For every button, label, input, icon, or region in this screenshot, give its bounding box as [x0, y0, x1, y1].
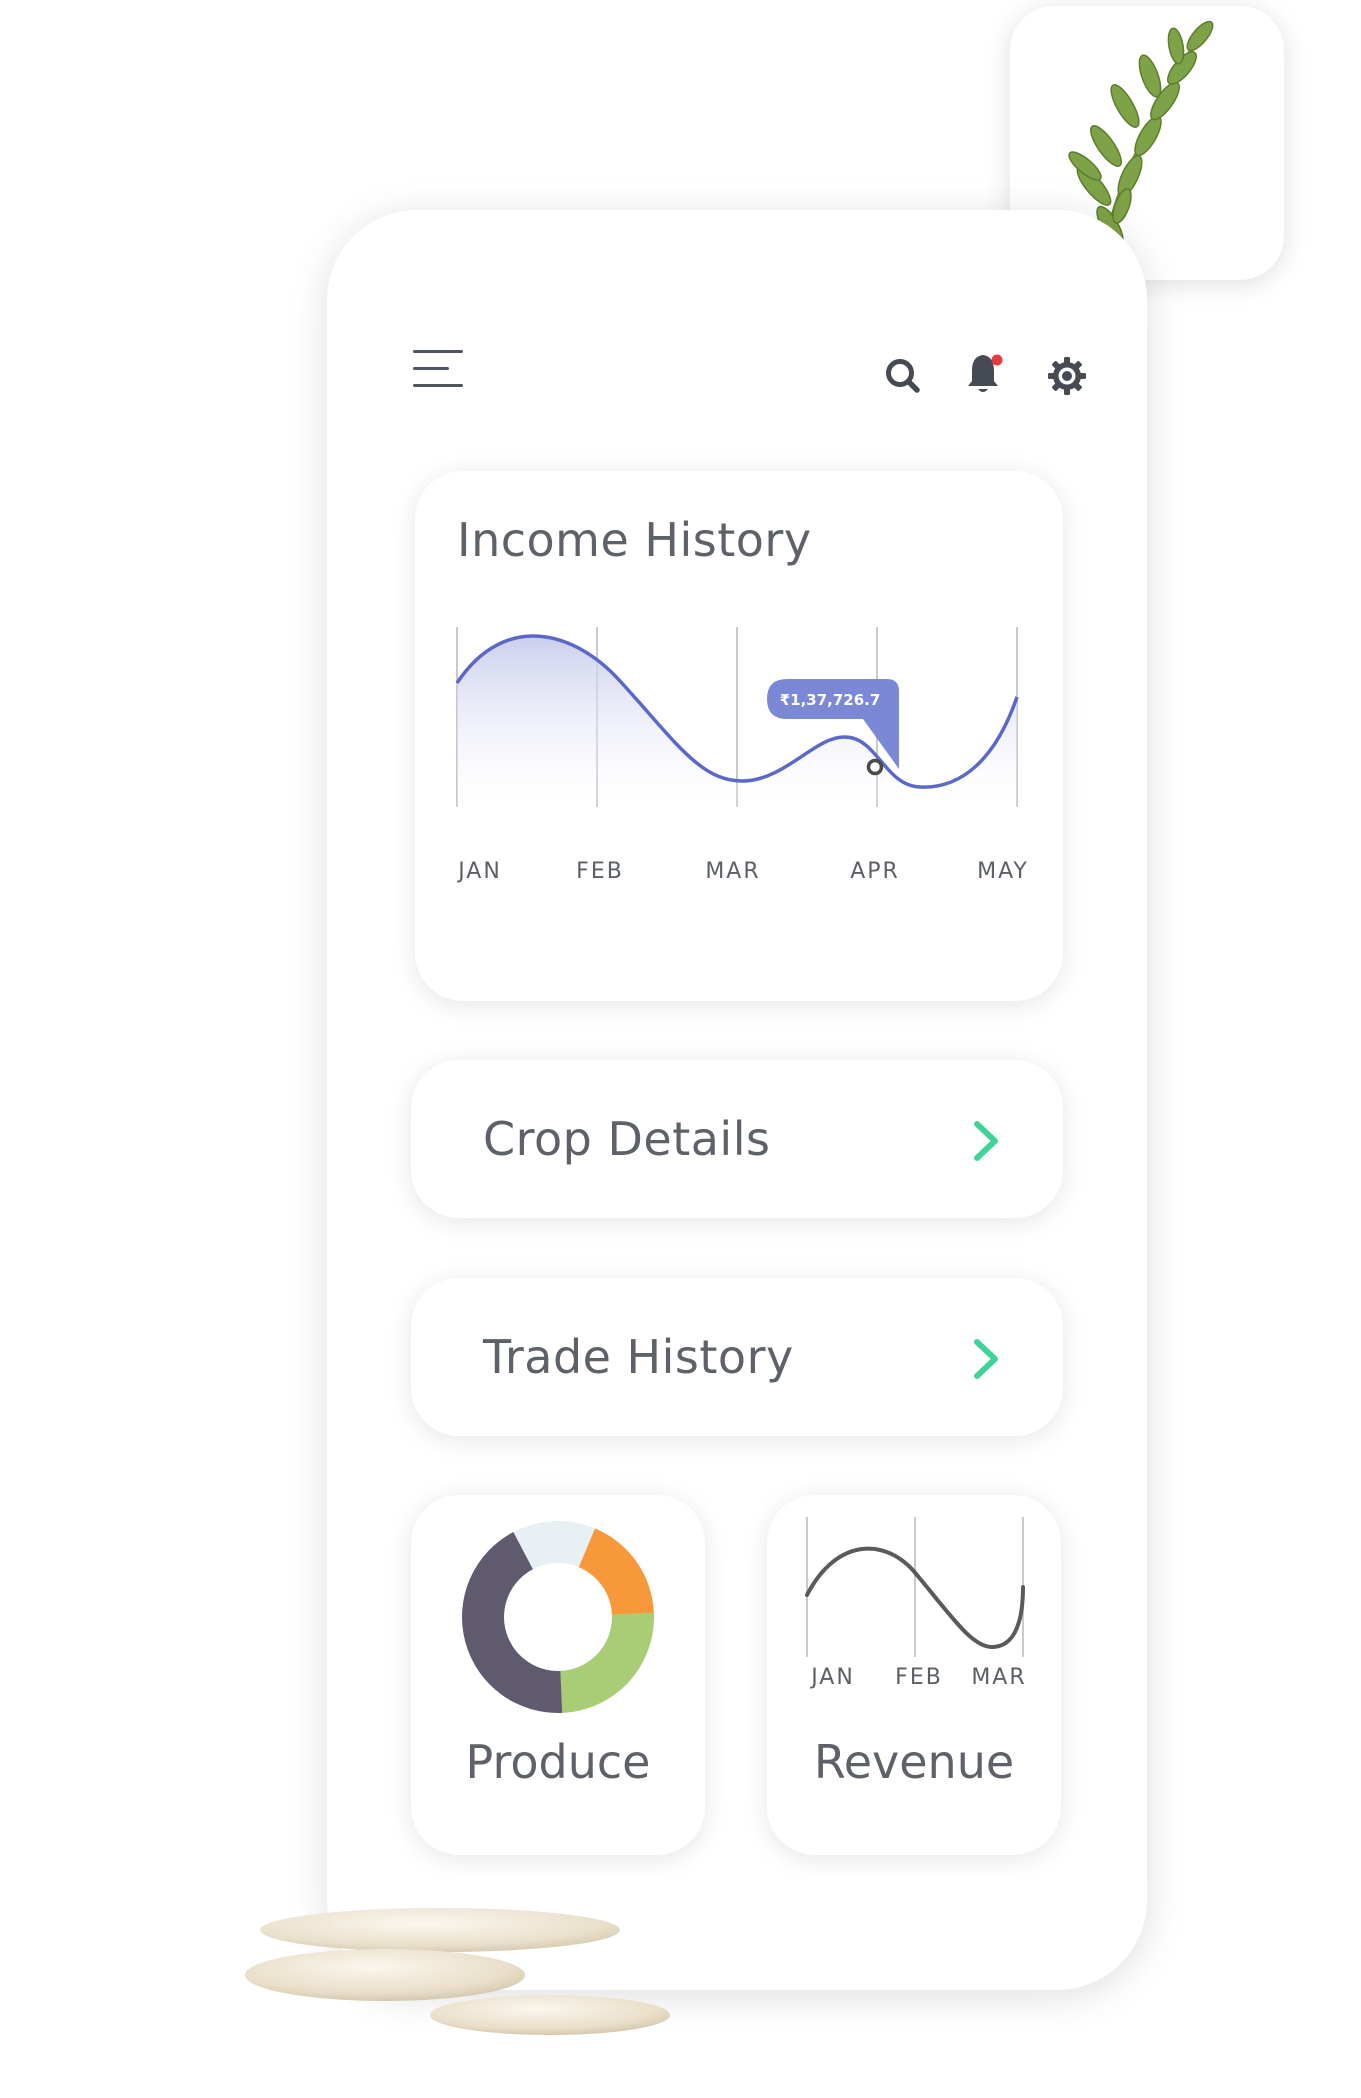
month-label-feb: FEB: [576, 859, 624, 884]
tooltip-value: ₹1,37,726.7: [780, 691, 881, 709]
produce-card[interactable]: Produce: [411, 1495, 705, 1855]
income-chart: ₹1,37,726.7: [455, 627, 1019, 807]
bell-icon[interactable]: [963, 352, 1007, 396]
month-label-jan: JAN: [811, 1665, 855, 1690]
notification-dot: [991, 354, 1003, 366]
menu-icon[interactable]: [413, 350, 463, 390]
gear-icon[interactable]: [1045, 354, 1089, 398]
income-history-card[interactable]: Income History ₹1,37,726.7 JAN FEB MAR A…: [415, 471, 1063, 1001]
revenue-card[interactable]: JAN FEB MAR Revenue: [767, 1495, 1061, 1855]
income-history-title: Income History: [457, 513, 812, 567]
month-label-feb: FEB: [895, 1665, 943, 1690]
produce-label: Produce: [465, 1735, 651, 1789]
apr-point: [866, 758, 884, 776]
crop-details-button[interactable]: Crop Details: [411, 1060, 1063, 1218]
month-label-jan: JAN: [458, 859, 502, 884]
trade-history-button[interactable]: Trade History: [411, 1278, 1063, 1436]
trade-history-label: Trade History: [483, 1330, 794, 1384]
revenue-label: Revenue: [813, 1735, 1015, 1789]
crop-details-label: Crop Details: [483, 1112, 771, 1166]
month-label-apr: APR: [850, 859, 900, 884]
chevron-right-icon: [974, 1339, 998, 1379]
chevron-right-icon: [974, 1121, 998, 1161]
phone-screen: Income History ₹1,37,726.7 JAN FEB MAR A…: [327, 210, 1147, 1990]
produce-donut-chart: [462, 1521, 654, 1713]
month-label-may: MAY: [977, 859, 1029, 884]
search-icon[interactable]: [881, 354, 925, 398]
rice-grains-decoration: [245, 1908, 670, 2035]
month-label-mar: MAR: [971, 1665, 1027, 1690]
month-label-mar: MAR: [705, 859, 761, 884]
